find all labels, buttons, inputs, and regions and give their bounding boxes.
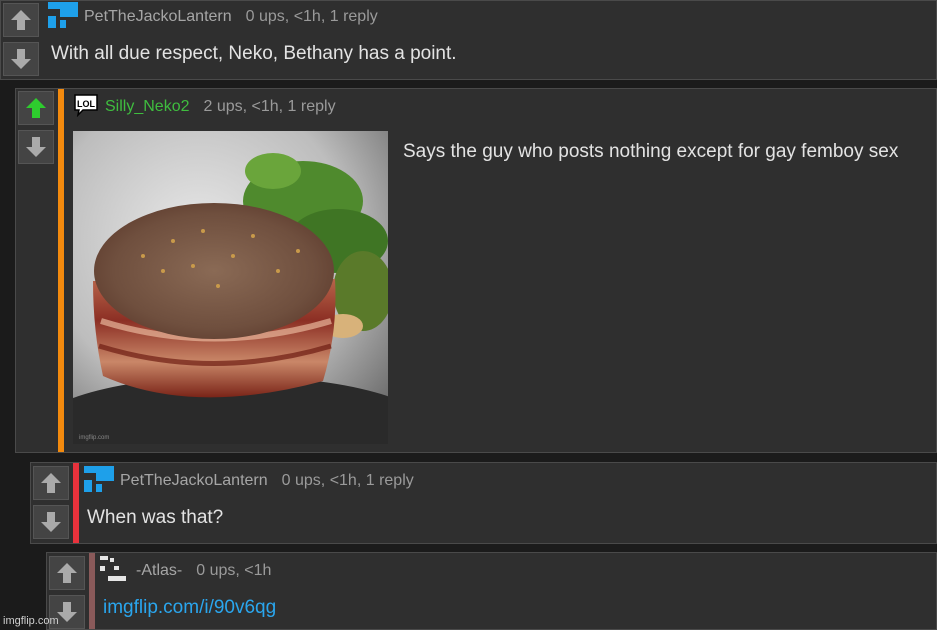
up-arrow-icon: [57, 563, 77, 583]
comment-text: With all due respect, Neko, Bethany has …: [51, 43, 457, 64]
username-link[interactable]: PetTheJackoLantern: [120, 472, 268, 490]
comment-text: When was that?: [87, 507, 224, 528]
lol-speech-bubble-icon[interactable]: LOL: [73, 93, 99, 122]
up-arrow-icon: [41, 473, 61, 493]
upvote-button[interactable]: [18, 91, 54, 125]
down-arrow-icon: [57, 602, 77, 622]
comment-1: PetTheJackoLantern 0 ups, <1h, 1 reply W…: [0, 0, 937, 80]
comment-header: PetTheJackoLantern 0 ups, <1h, 1 reply: [84, 465, 414, 497]
blue-pixel-avatar-icon[interactable]: [84, 465, 114, 497]
site-watermark: imgflip.com: [3, 615, 59, 627]
comment-meta: 0 ups, <1h: [196, 562, 272, 579]
comment-header: -Atlas- 0 ups, <1h: [100, 555, 272, 587]
upvote-button[interactable]: [3, 3, 39, 37]
up-arrow-icon: [26, 98, 46, 118]
down-arrow-icon: [26, 137, 46, 157]
username-link[interactable]: Silly_Neko2: [105, 98, 189, 116]
avatar-text: LOL: [77, 99, 95, 109]
image-watermark: imgflip.com: [79, 435, 109, 441]
upvote-button[interactable]: [49, 556, 85, 590]
up-arrow-icon: [11, 10, 31, 30]
upvote-button[interactable]: [33, 466, 69, 500]
comment-meta: 0 ups, <1h, 1 reply: [245, 8, 378, 25]
comment-meta: 0 ups, <1h, 1 reply: [281, 472, 414, 489]
comment-text: Says the guy who posts nothing except fo…: [403, 141, 899, 162]
downvote-button[interactable]: [3, 42, 39, 76]
comment-image[interactable]: imgflip.com: [73, 131, 388, 444]
comment-meta: 2 ups, <1h, 1 reply: [203, 98, 336, 115]
blue-pixel-avatar-icon[interactable]: [48, 1, 78, 33]
down-arrow-icon: [41, 512, 61, 532]
thread-bar: [89, 553, 95, 629]
pixel-pattern-avatar-icon[interactable]: [100, 555, 130, 587]
downvote-button[interactable]: [33, 505, 69, 539]
downvote-button[interactable]: [18, 130, 54, 164]
thread-bar: [58, 89, 64, 452]
thread-bar: [73, 463, 79, 543]
comment-3: PetTheJackoLantern 0 ups, <1h, 1 reply W…: [30, 462, 937, 544]
comment-header: LOL Silly_Neko2 2 ups, <1h, 1 reply: [73, 93, 336, 122]
comment-link[interactable]: imgflip.com/i/90v6qg: [103, 597, 276, 619]
comment-2: LOL Silly_Neko2 2 ups, <1h, 1 reply imgf…: [15, 88, 937, 453]
username-link[interactable]: PetTheJackoLantern: [84, 8, 232, 26]
username-link[interactable]: -Atlas-: [136, 562, 182, 580]
down-arrow-icon: [11, 49, 31, 69]
comment-4: -Atlas- 0 ups, <1h imgflip.com/i/90v6qg: [46, 552, 937, 630]
comment-header: PetTheJackoLantern 0 ups, <1h, 1 reply: [48, 1, 378, 33]
